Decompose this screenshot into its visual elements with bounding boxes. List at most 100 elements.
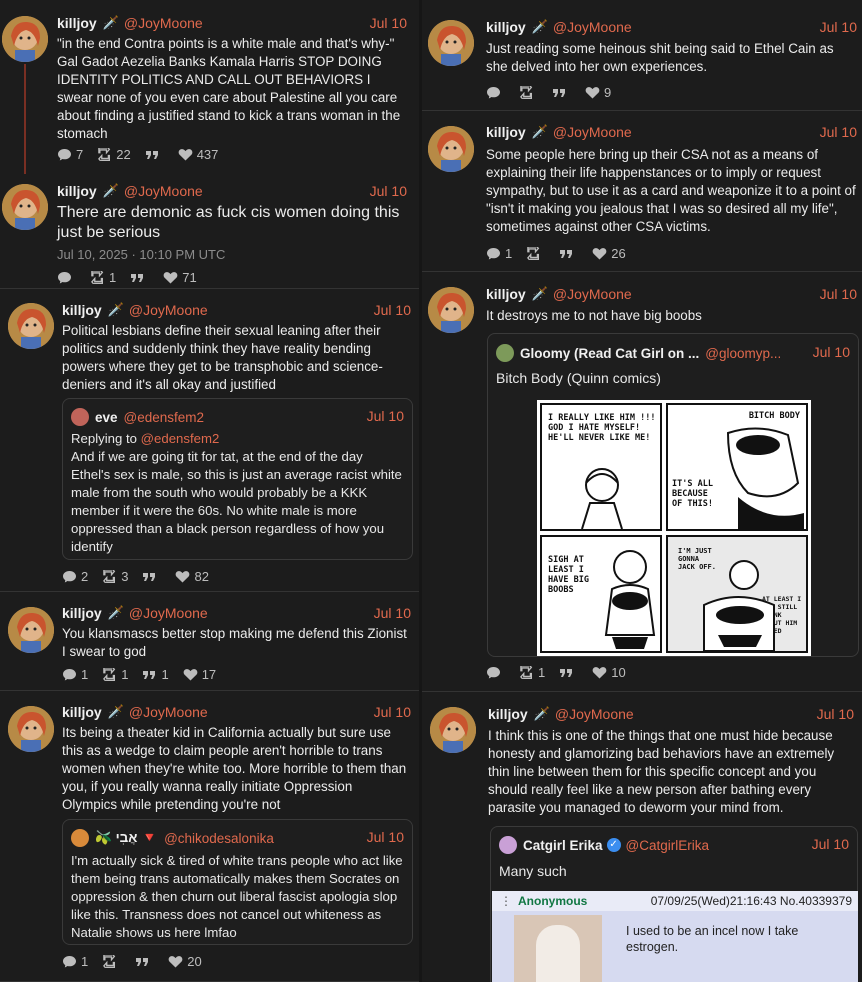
user-name[interactable]: killjoy [62, 302, 102, 318]
post-date[interactable]: Jul 10 [820, 124, 857, 140]
reply-button[interactable] [486, 86, 505, 99]
quoted-post[interactable]: Gloomy (Read Cat Girl on ... @gloomyp...… [487, 333, 859, 657]
like-button[interactable]: 17 [183, 667, 216, 682]
post-date[interactable]: Jul 10 [817, 706, 854, 722]
post-date[interactable]: Jul 10 [820, 286, 857, 302]
like-button[interactable]: 71 [163, 270, 197, 285]
repost-button[interactable] [102, 955, 121, 968]
user-handle[interactable]: @JoyMoone [555, 706, 634, 722]
quote-button[interactable] [135, 955, 154, 968]
quote-avatar[interactable] [496, 344, 514, 362]
user-handle[interactable]: @JoyMoone [129, 605, 208, 621]
user-name[interactable]: killjoy [57, 15, 97, 31]
avatar[interactable] [430, 707, 476, 753]
repost-button[interactable] [519, 86, 538, 99]
quote-avatar[interactable] [71, 829, 89, 847]
user-name[interactable]: killjoy [486, 286, 526, 302]
user-handle[interactable]: @JoyMoone [553, 124, 632, 140]
replying-to-handle[interactable]: @edensfem2 [141, 431, 220, 446]
post[interactable]: killjoy 🗡️ @JoyMoone Jul 10 Some people … [422, 112, 862, 272]
repost-button[interactable]: 3 [102, 569, 128, 584]
user-name[interactable]: killjoy [488, 706, 528, 722]
quoted-post[interactable]: 🫒 אֲבִי 🔻 @chikodesalonika Jul 10 I'm ac… [62, 819, 413, 945]
repost-button[interactable]: 1 [519, 665, 545, 680]
user-name[interactable]: killjoy [486, 124, 526, 140]
user-handle[interactable]: @JoyMoone [553, 286, 632, 302]
avatar[interactable] [8, 607, 54, 653]
reply-button[interactable]: 1 [62, 667, 88, 682]
quote-button[interactable] [552, 86, 571, 99]
post-thread[interactable]: killjoy 🗡️ @JoyMoone Jul 10 "in the end … [0, 0, 419, 285]
avatar[interactable] [428, 126, 474, 172]
like-button[interactable]: 82 [175, 569, 209, 584]
quote-button[interactable] [142, 570, 161, 583]
repost-button[interactable] [526, 247, 545, 260]
quote-button[interactable] [559, 247, 578, 260]
quote-date[interactable]: Jul 10 [367, 829, 404, 845]
reply-button[interactable]: 2 [62, 569, 88, 584]
post-date[interactable]: Jul 10 [370, 183, 407, 199]
post[interactable]: killjoy 🗡️ @JoyMoone Jul 10 Political le… [0, 288, 419, 592]
quote-button[interactable] [559, 666, 578, 679]
user-name[interactable]: killjoy [486, 19, 526, 35]
quote-user-name[interactable]: 🫒 אֲבִי 🔻 [95, 830, 158, 846]
embedded-screenshot[interactable]: ⋮ Anonymous 07/09/25(Wed)21:16:43 No.403… [492, 891, 858, 982]
quote-button[interactable]: 1 [142, 667, 169, 682]
quote-date[interactable]: Jul 10 [367, 408, 404, 424]
post-timestamp[interactable]: Jul 10, 2025 · 10:10 PM UTC [57, 247, 225, 262]
avatar[interactable] [2, 184, 48, 230]
like-button[interactable]: 20 [168, 954, 202, 969]
like-button[interactable]: 9 [585, 85, 611, 100]
reply-button[interactable]: 7 [57, 147, 83, 162]
user-handle[interactable]: @JoyMoone [129, 704, 208, 720]
post[interactable]: killjoy 🗡️ @JoyMoone Jul 10 I think this… [422, 693, 862, 982]
avatar[interactable] [2, 16, 48, 62]
avatar[interactable] [8, 303, 54, 349]
user-handle[interactable]: @JoyMoone [124, 15, 203, 31]
reply-button[interactable]: 1 [486, 246, 512, 261]
post[interactable]: killjoy 🗡️ @JoyMoone Jul 10 It destroys … [422, 273, 862, 692]
quote-avatar[interactable] [499, 836, 517, 854]
quote-user-handle[interactable]: @gloomyp... [705, 346, 781, 361]
quote-user-handle[interactable]: @chikodesalonika [164, 831, 274, 846]
quote-button[interactable] [145, 148, 164, 161]
repost-button[interactable]: 1 [102, 667, 128, 682]
like-button[interactable]: 10 [592, 665, 626, 680]
user-handle[interactable]: @JoyMoone [124, 183, 203, 199]
post[interactable]: killjoy 🗡️ @JoyMoone Jul 10 Just reading… [422, 0, 862, 111]
avatar[interactable] [428, 287, 474, 333]
user-name[interactable]: killjoy [57, 183, 97, 199]
quote-button[interactable] [130, 271, 149, 284]
quote-user-name[interactable]: Gloomy (Read Cat Girl on ... [520, 346, 699, 361]
post-date[interactable]: Jul 10 [820, 19, 857, 35]
post-date[interactable]: Jul 10 [374, 302, 411, 318]
quote-user-handle[interactable]: @edensfem2 [124, 410, 205, 425]
like-button[interactable]: 437 [178, 147, 218, 162]
user-handle[interactable]: @JoyMoone [129, 302, 208, 318]
user-name[interactable]: killjoy [62, 605, 102, 621]
user-handle[interactable]: @JoyMoone [553, 19, 632, 35]
user-name[interactable]: killjoy [62, 704, 102, 720]
quote-date[interactable]: Jul 10 [812, 836, 849, 852]
quote-user-handle[interactable]: @CatgirlErika [626, 838, 709, 853]
quoted-post[interactable]: eve @edensfem2 Jul 10 Replying to @edens… [62, 398, 413, 560]
reply-button[interactable] [57, 271, 76, 284]
post-date[interactable]: Jul 10 [370, 15, 407, 31]
avatar[interactable] [428, 20, 474, 66]
quote-user-name[interactable]: eve [95, 410, 118, 425]
post-date[interactable]: Jul 10 [374, 605, 411, 621]
quote-avatar[interactable] [71, 408, 89, 426]
reply-button[interactable]: 1 [62, 954, 88, 969]
comic-image[interactable]: I REALLY LIKE HIM !!! GOD I HATE MYSELF!… [537, 400, 811, 656]
repost-button[interactable]: 1 [90, 270, 116, 285]
quote-user-name[interactable]: Catgirl Erika [523, 838, 603, 853]
post[interactable]: killjoy 🗡️ @JoyMoone Jul 10 Its being a … [0, 692, 419, 982]
reply-button[interactable] [486, 666, 505, 679]
avatar[interactable] [8, 706, 54, 752]
post-date[interactable]: Jul 10 [374, 704, 411, 720]
like-button[interactable]: 26 [592, 246, 626, 261]
repost-button[interactable]: 22 [97, 147, 131, 162]
post[interactable]: killjoy 🗡️ @JoyMoone Jul 10 You klansmas… [0, 593, 419, 691]
quote-date[interactable]: Jul 10 [813, 344, 850, 360]
quoted-post[interactable]: Catgirl Erika ✓ @CatgirlErika Jul 10 Man… [490, 826, 858, 982]
